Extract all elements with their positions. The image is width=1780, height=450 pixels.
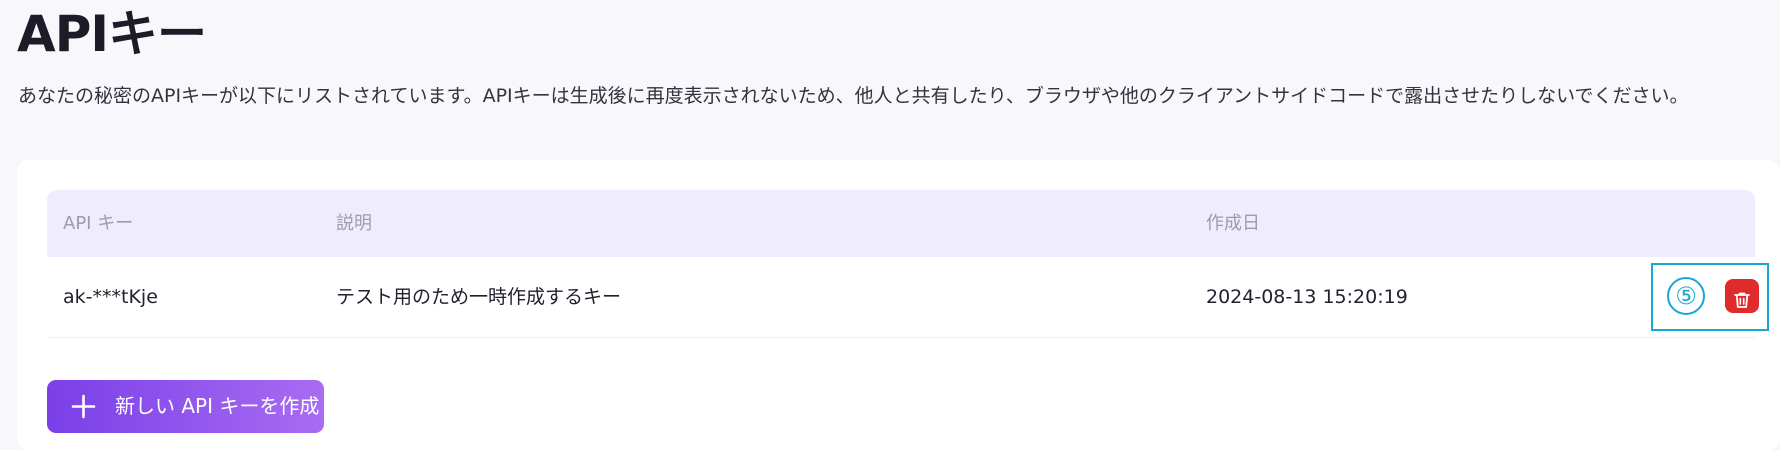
api-key-value[interactable]: ak-***tKje — [63, 257, 158, 337]
create-api-key-label: 新しい API キーを作成 — [115, 394, 320, 418]
page-description: あなたの秘密のAPIキーが以下にリストされています。APIキーは生成後に再度表示… — [18, 85, 1689, 107]
column-header-description: 説明 — [336, 213, 372, 234]
column-header-created-date: 作成日 — [1206, 213, 1260, 234]
table-row: ak-***tKje テスト用のため一時作成するキー 2024-08-13 15… — [47, 257, 1769, 338]
api-keys-table: API キー 説明 作成日 ak-***tKje テスト用のため一時作成するキー… — [47, 190, 1769, 338]
trash-icon — [1734, 292, 1750, 308]
table-header: API キー 説明 作成日 — [47, 190, 1755, 257]
api-key-description: テスト用のため一時作成するキー — [336, 286, 622, 308]
api-key-created-date: 2024-08-13 15:20:19 — [1206, 286, 1408, 308]
page-title: APIキー — [17, 5, 207, 63]
column-header-api-key: API キー — [63, 213, 134, 234]
delete-key-button[interactable] — [1725, 279, 1759, 313]
plus-icon — [71, 394, 96, 419]
step-number-badge: ⑤ — [1667, 277, 1705, 315]
create-api-key-button[interactable]: 新しい API キーを作成 — [47, 380, 324, 433]
highlight-box: ⑤ — [1651, 263, 1769, 331]
